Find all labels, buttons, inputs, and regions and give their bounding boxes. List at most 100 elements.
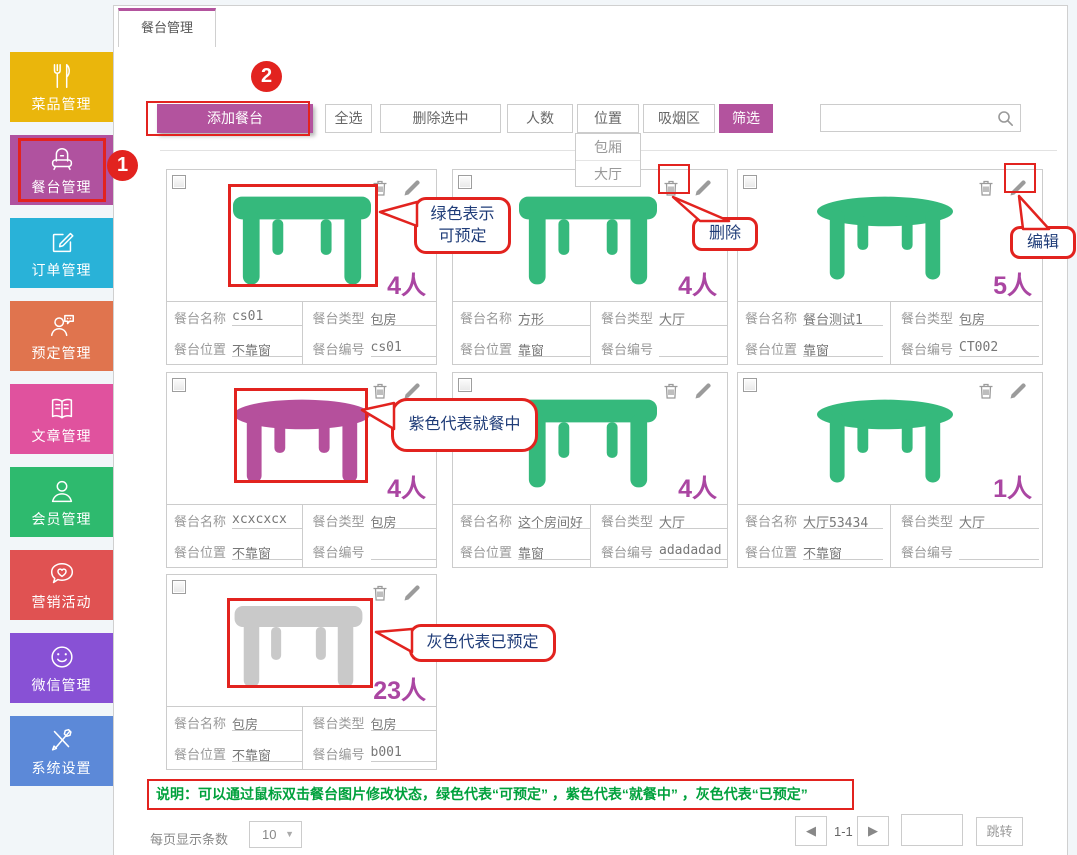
sidebar-item-label: 餐台管理 [10, 177, 113, 197]
field-label: 餐台位置 [460, 339, 512, 358]
seat-count: 4人 [678, 469, 717, 505]
card-checkbox[interactable] [458, 175, 472, 189]
card-checkbox[interactable] [172, 580, 186, 594]
trash-icon[interactable] [370, 583, 390, 603]
sidebar-item-orders[interactable]: 订单管理 [10, 218, 113, 288]
trash-icon[interactable] [370, 381, 390, 401]
edit-icon[interactable] [402, 178, 422, 198]
table-name-value: 餐台测试1 [803, 309, 883, 326]
trash-icon[interactable] [370, 178, 390, 198]
field-label: 餐台类型 [901, 511, 953, 530]
table-image[interactable] [233, 399, 371, 491]
utensils-icon [10, 59, 113, 93]
field-label: 餐台编号 [901, 339, 953, 358]
per-page-select[interactable]: 10 ▼ [249, 821, 302, 848]
trash-icon[interactable] [661, 381, 681, 401]
search-icon[interactable] [997, 110, 1014, 127]
callout-edit: 编辑 [1010, 226, 1076, 259]
edit-icon[interactable] [1008, 381, 1028, 401]
sidebar-item-wechat[interactable]: 微信管理 [10, 633, 113, 703]
table-number-value [659, 340, 727, 357]
location-option-private-room[interactable]: 包厢 [576, 134, 640, 160]
seat-count: 1人 [993, 469, 1032, 505]
table-name-value: 包房 [232, 714, 301, 731]
table-management-screen: 餐台管理 添加餐台 全选 删除选中 人数 位置 吸烟区 筛选 包厢 大厅 菜品管… [0, 0, 1077, 855]
prev-page-button[interactable]: ◀ [795, 816, 827, 846]
next-page-button[interactable]: ▶ [857, 816, 889, 846]
table-type-value: 包房 [371, 512, 436, 529]
table-name-value: 方形 [518, 309, 590, 326]
sidebar-item-tables[interactable]: 餐台管理 [10, 135, 113, 205]
table-image[interactable] [816, 196, 954, 288]
table-image[interactable] [519, 196, 657, 288]
field-label: 餐台编号 [901, 542, 953, 561]
table-image[interactable] [233, 606, 364, 690]
callout-green-state: 绿色表示 可预定 [414, 197, 511, 254]
table-name-value: 大厅53434 [803, 512, 883, 529]
filter-button[interactable]: 筛选 [719, 104, 773, 133]
table-position-value: 不靠窗 [232, 340, 301, 357]
table-position-value: 靠窗 [518, 543, 590, 560]
delete-selected-button[interactable]: 删除选中 [380, 104, 501, 133]
people-count-button[interactable]: 人数 [507, 104, 573, 133]
card-fields: 餐台名称xcxcxcx 餐台类型包房 餐台位置不靠窗 餐台编号 [167, 504, 436, 567]
search-input[interactable] [825, 106, 995, 130]
sidebar-item-articles[interactable]: 文章管理 [10, 384, 113, 454]
field-label: 餐台编号 [601, 542, 653, 561]
table-image[interactable] [519, 399, 657, 491]
callout-line: 可预定 [438, 226, 486, 248]
jump-page-input[interactable] [901, 814, 963, 846]
edit-icon[interactable] [402, 583, 422, 603]
table-image[interactable] [816, 399, 954, 491]
table-number-value: adadadad [659, 543, 727, 560]
sidebar-item-dishes[interactable]: 菜品管理 [10, 52, 113, 122]
sidebar-item-reservations[interactable]: 预定管理 [10, 301, 113, 371]
trash-icon[interactable] [976, 381, 996, 401]
smoking-area-button[interactable]: 吸烟区 [643, 104, 715, 133]
field-label: 餐台位置 [174, 744, 226, 763]
prev-icon: ◀ [806, 823, 816, 838]
add-table-button[interactable]: 添加餐台 [157, 104, 313, 133]
search-box [820, 104, 1021, 132]
tab-table-management[interactable]: 餐台管理 [118, 8, 216, 47]
sidebar-item-members[interactable]: 会员管理 [10, 467, 113, 537]
table-name-value: xcxcxcx [232, 512, 301, 529]
card-checkbox[interactable] [743, 175, 757, 189]
table-number-value [959, 543, 1039, 560]
card-checkbox[interactable] [172, 175, 186, 189]
annotation-badge-1: 1 [107, 150, 138, 181]
smiley-icon [10, 640, 113, 674]
table-position-value: 靠窗 [518, 340, 590, 357]
table-type-value: 包房 [371, 714, 436, 731]
card-checkbox[interactable] [458, 378, 472, 392]
trash-icon[interactable] [661, 178, 681, 198]
per-page-value: 10 [262, 827, 276, 842]
table-number-value [371, 543, 436, 560]
table-card: 1人 餐台名称大厅53434 餐台类型大厅 餐台位置不靠窗 餐台编号 [737, 372, 1043, 568]
callout-gray-state: 灰色代表已预定 [409, 624, 556, 662]
field-label: 餐台编号 [313, 339, 365, 358]
sidebar-item-label: 系统设置 [10, 758, 113, 778]
trash-icon[interactable] [976, 178, 996, 198]
card-checkbox[interactable] [172, 378, 186, 392]
table-number-value: CT002 [959, 340, 1039, 357]
table-number-value: cs01 [371, 340, 436, 357]
edit-icon[interactable] [1008, 178, 1028, 198]
table-image[interactable] [233, 196, 371, 288]
edit-square-icon [10, 225, 113, 259]
seat-count: 5人 [993, 266, 1032, 302]
field-label: 餐台名称 [460, 511, 512, 530]
sidebar-item-label: 营销活动 [10, 592, 113, 612]
edit-icon[interactable] [693, 178, 713, 198]
jump-button[interactable]: 跳转 [976, 817, 1023, 846]
select-all-button[interactable]: 全选 [325, 104, 372, 133]
annotation-badge-2: 2 [251, 61, 282, 92]
location-button[interactable]: 位置 [577, 104, 639, 133]
edit-icon[interactable] [693, 381, 713, 401]
card-checkbox[interactable] [743, 378, 757, 392]
sidebar-item-settings[interactable]: 系统设置 [10, 716, 113, 786]
book-icon [10, 391, 113, 425]
location-option-hall[interactable]: 大厅 [576, 160, 640, 186]
field-label: 餐台名称 [174, 713, 226, 732]
sidebar-item-marketing[interactable]: 营销活动 [10, 550, 113, 620]
